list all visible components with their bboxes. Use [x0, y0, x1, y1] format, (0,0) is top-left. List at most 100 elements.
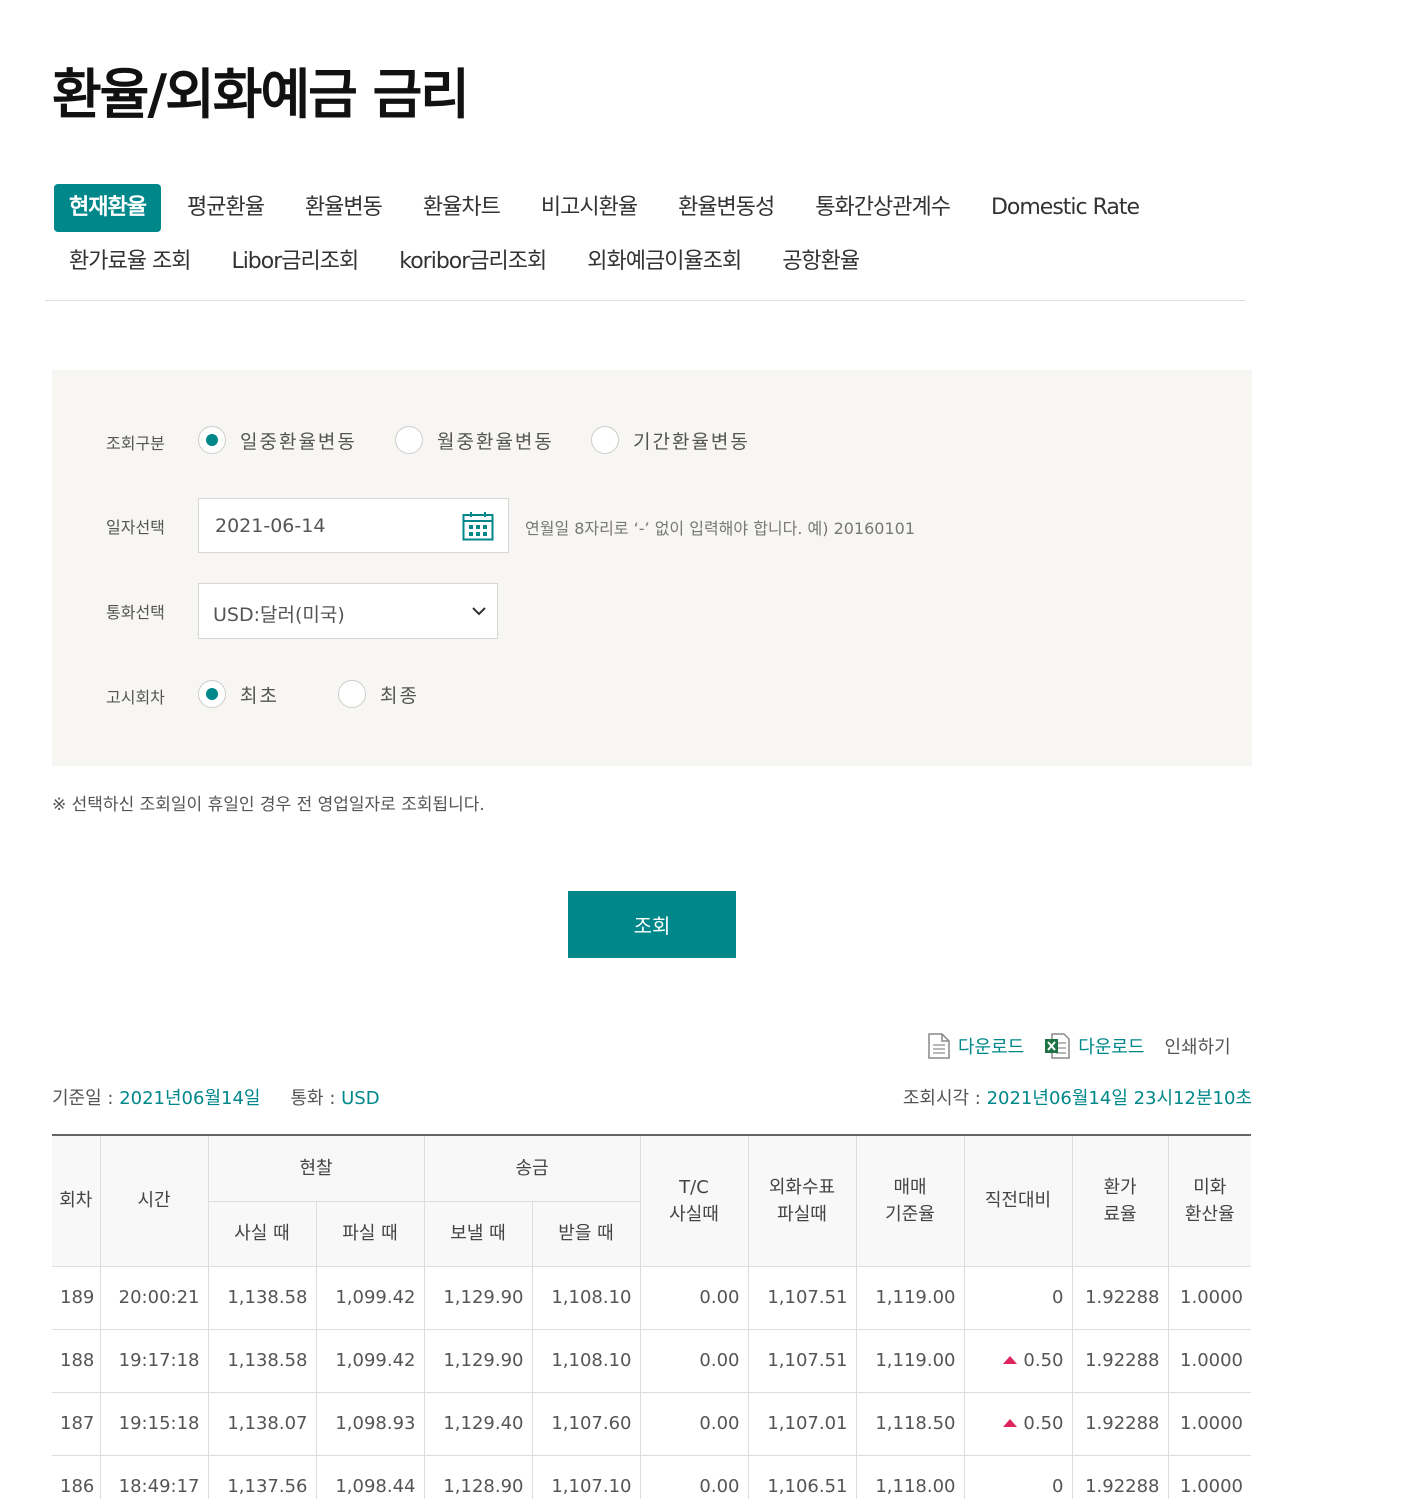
tab-item[interactable]: 공항환율: [767, 238, 874, 286]
cell-value: 1.92288: [1085, 1287, 1160, 1308]
print-button[interactable]: 인쇄하기: [1165, 1033, 1231, 1059]
tab-item[interactable]: 외화예금이율조회: [572, 238, 756, 286]
radio-dot-checked[interactable]: [198, 426, 226, 454]
cell-usd-rate: 1.0000: [1168, 1455, 1251, 1499]
radio-label: 일중환율변동: [240, 430, 357, 453]
radio-notice-last[interactable]: 최종: [338, 680, 419, 708]
search-button[interactable]: 조회: [568, 891, 736, 958]
header-round: 회차: [52, 1134, 101, 1267]
cell-value: 0: [1052, 1287, 1064, 1308]
excel-icon: [1045, 1033, 1070, 1059]
tabs-divider: [45, 300, 1245, 301]
tab-item[interactable]: 환율차트: [408, 184, 515, 232]
cell-value: 1,107.51: [767, 1350, 848, 1371]
cell-value: 1.92288: [1085, 1413, 1160, 1434]
header-cash: 현찰: [207, 1134, 425, 1202]
cell-check: 1,106.51: [748, 1455, 857, 1499]
cell-receive: 1,107.10: [532, 1455, 641, 1499]
header-base-rate: 매매 기준율: [855, 1134, 965, 1267]
calendar-icon[interactable]: [462, 511, 494, 541]
radio-label: 기간환율변동: [633, 430, 750, 453]
date-hint: 연월일 8자리로 ‘-’ 없이 입력해야 합니다. 예) 20160101: [525, 519, 916, 538]
cell-value: 188: [60, 1350, 95, 1371]
cell-value: 1,129.90: [443, 1287, 524, 1308]
header-cash-sell: 파실 때: [315, 1200, 425, 1267]
cell-tc: 0.00: [640, 1329, 749, 1393]
cell-value: 1.92288: [1085, 1476, 1160, 1497]
exchange-rate-table: 회차 시간 현찰 송금 T/C 사실때 외화수표 파실때 매매 기준율 직전대비…: [52, 1134, 1251, 1499]
cell-cash-sell: 1,099.42: [316, 1329, 425, 1393]
cell-fee: 1.92288: [1072, 1392, 1169, 1456]
cell-check: 1,107.51: [748, 1329, 857, 1393]
cell-value: 0.00: [699, 1350, 740, 1371]
download-pdf-button[interactable]: 다운로드: [928, 1033, 1024, 1059]
cell-check: 1,107.51: [748, 1266, 857, 1330]
date-field[interactable]: [198, 498, 509, 553]
cell-value: 1,129.40: [443, 1413, 524, 1434]
radio-type-monthly[interactable]: 월중환율변동: [395, 426, 554, 454]
download-pdf-label: 다운로드: [958, 1037, 1025, 1058]
radio-type-daily[interactable]: 일중환율변동: [198, 426, 357, 454]
cell-cash-buy: 1,137.56: [208, 1455, 317, 1499]
tab-item[interactable]: 평균환율: [172, 184, 279, 232]
tab-item[interactable]: koribor금리조회: [384, 238, 561, 286]
cell-base: 1,118.00: [856, 1455, 965, 1499]
base-info: 기준일 : 2021년06월14일 통화 : USD: [52, 1084, 380, 1110]
tab-item[interactable]: 현재환율: [54, 184, 161, 232]
tab-item[interactable]: Libor금리조회: [216, 238, 373, 286]
header-time: 시간: [99, 1134, 209, 1267]
toolbar: 다운로드 다운로드 인쇄하기: [928, 1032, 1231, 1060]
cell-value: 1,107.01: [767, 1413, 848, 1434]
radio-dot-checked[interactable]: [198, 680, 226, 708]
radio-notice-first[interactable]: 최초: [198, 680, 279, 708]
radio-type-period[interactable]: 기간환율변동: [591, 426, 750, 454]
cell-check: 1,107.01: [748, 1392, 857, 1456]
search-type-label: 조회구분: [106, 434, 165, 453]
cell-value: 1,108.10: [551, 1287, 632, 1308]
radio-dot[interactable]: [395, 426, 423, 454]
radio-dot[interactable]: [591, 426, 619, 454]
page-title: 환율/외화예금 금리: [52, 63, 470, 126]
cell-send: 1,129.90: [424, 1329, 533, 1393]
cell-change: 0.50: [964, 1392, 1073, 1456]
table-row: 189 20:00:21 1,138.58 1,099.42 1,129.90 1,108…: [52, 1266, 1251, 1330]
table-row: 188 19:17:18 1,138.58 1,099.42 1,129.90 1,108…: [52, 1329, 1251, 1393]
tab-item[interactable]: 통화간상관계수: [800, 184, 965, 232]
cell-value: 19:15:18: [118, 1413, 200, 1434]
cell-value: 0.00: [699, 1287, 740, 1308]
chevron-down-icon: [472, 607, 486, 616]
cell-tc: 0.00: [640, 1266, 749, 1330]
cell-fee: 1.92288: [1072, 1455, 1169, 1499]
radio-label: 최종: [380, 684, 419, 707]
currency-info-value: USD: [341, 1088, 380, 1109]
cell-round: 189: [52, 1266, 101, 1330]
tab-item[interactable]: 비고시환율: [526, 184, 652, 232]
cell-value: 1,137.56: [227, 1476, 308, 1497]
cell-cash-buy: 1,138.58: [208, 1329, 317, 1393]
cell-value: 1,098.44: [335, 1476, 416, 1497]
cell-value: 1,106.51: [767, 1476, 848, 1497]
currency-select[interactable]: USD:달러(미국): [198, 583, 498, 639]
header-remit: 송금: [423, 1134, 641, 1202]
date-label: 일자선택: [106, 518, 165, 537]
tab-item[interactable]: 환율변동: [290, 184, 397, 232]
cell-value: 186: [60, 1476, 95, 1497]
table-body: 189 20:00:21 1,138.58 1,099.42 1,129.90 1,108…: [52, 1266, 1251, 1499]
radio-dot[interactable]: [338, 680, 366, 708]
tab-item[interactable]: 환가료율 조회: [54, 238, 205, 286]
download-excel-button[interactable]: 다운로드: [1044, 1033, 1145, 1059]
cell-send: 1,129.40: [424, 1392, 533, 1456]
cell-change: 0: [964, 1455, 1073, 1499]
cell-receive: 1,107.60: [532, 1392, 641, 1456]
cell-value: 1,118.50: [875, 1413, 956, 1434]
date-input[interactable]: [215, 499, 445, 552]
table-row: 187 19:15:18 1,138.07 1,098.93 1,129.40 1,107…: [52, 1392, 1251, 1456]
currency-info-label: 통화 :: [290, 1088, 342, 1109]
header-cash-buy: 사실 때: [208, 1200, 317, 1267]
tab-item[interactable]: Domestic Rate: [976, 184, 1154, 232]
cell-receive: 1,108.10: [532, 1329, 641, 1393]
tab-item[interactable]: 환율변동성: [663, 184, 789, 232]
cell-usd-rate: 1.0000: [1168, 1392, 1251, 1456]
cell-receive: 1,108.10: [532, 1266, 641, 1330]
cell-value: 1,099.42: [335, 1287, 416, 1308]
